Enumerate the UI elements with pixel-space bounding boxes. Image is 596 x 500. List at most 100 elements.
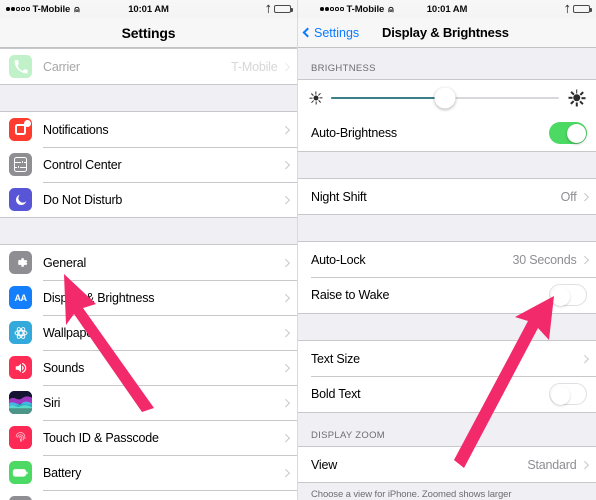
dual-screenshot-container: Carrier T-Mobile Notifications Control C… bbox=[0, 0, 596, 500]
settings-group-alerts: Notifications Control Center Do Not Dist… bbox=[0, 111, 297, 218]
chevron-left-icon bbox=[302, 27, 313, 38]
section-group-night-shift: Night Shift Off bbox=[298, 178, 596, 215]
page-title: Settings bbox=[121, 24, 176, 41]
settings-row-view[interactable]: View Standard bbox=[298, 447, 596, 482]
settings-row-label: View bbox=[311, 457, 338, 472]
row-accessory bbox=[281, 293, 298, 302]
chevron-right-icon bbox=[281, 468, 290, 477]
sun-small-icon bbox=[309, 91, 322, 104]
section-header-brightness: BRIGHTNESS bbox=[298, 48, 596, 79]
right-phone-screen: BRIGHTNESS Auto-Brightness Night Shift O… bbox=[298, 0, 596, 500]
settings-row-privacy[interactable]: Privacy bbox=[0, 490, 297, 500]
group-spacer bbox=[0, 218, 297, 244]
settings-row-notifications[interactable]: Notifications bbox=[0, 112, 297, 147]
settings-row-label: Carrier bbox=[43, 59, 80, 74]
battery-low-icon bbox=[274, 5, 293, 13]
settings-row-general[interactable]: General bbox=[0, 245, 297, 280]
section-footer-display-zoom: Choose a view for iPhone. Zoomed shows l… bbox=[298, 483, 596, 500]
bold-text-toggle[interactable] bbox=[549, 383, 587, 405]
sounds-icon bbox=[9, 356, 32, 379]
section-group-text: Text Size Bold Text bbox=[298, 340, 596, 413]
settings-group-carrier: Carrier T-Mobile bbox=[0, 48, 297, 85]
status-bar-clock: 10:01 AM bbox=[426, 3, 468, 15]
control-center-icon bbox=[9, 153, 32, 176]
nav-bar-right: Settings Display & Brightness bbox=[298, 18, 596, 48]
row-accessory bbox=[281, 160, 298, 169]
chevron-right-icon bbox=[580, 354, 589, 363]
chevron-right-icon bbox=[281, 258, 290, 267]
settings-row-label: Auto-Lock bbox=[311, 252, 366, 267]
settings-row-touch-id[interactable]: Touch ID & Passcode bbox=[0, 420, 297, 455]
brightness-slider-row[interactable] bbox=[298, 80, 596, 115]
chevron-right-icon bbox=[281, 328, 290, 337]
row-accessory bbox=[281, 328, 298, 337]
nav-bar-left: Settings bbox=[0, 18, 297, 48]
status-bar-indicators: ᛏ bbox=[265, 4, 293, 14]
settings-row-value: Standard bbox=[527, 457, 577, 472]
group-spacer bbox=[0, 85, 297, 111]
settings-row-night-shift[interactable]: Night Shift Off bbox=[298, 179, 596, 214]
auto-brightness-toggle[interactable] bbox=[549, 122, 587, 144]
settings-row-text-size[interactable]: Text Size bbox=[298, 341, 596, 376]
status-bar-clock: 10:01 AM bbox=[128, 3, 169, 15]
touch-id-icon bbox=[9, 426, 32, 449]
bluetooth-icon: ᛏ bbox=[265, 4, 271, 14]
settings-row-siri[interactable]: Siri bbox=[0, 385, 297, 420]
brightness-slider-thumb[interactable] bbox=[434, 87, 456, 108]
section-header-display-zoom: DISPLAY ZOOM bbox=[298, 413, 596, 446]
group-spacer bbox=[298, 215, 596, 241]
settings-row-carrier[interactable]: Carrier T-Mobile bbox=[0, 49, 297, 84]
section-group-brightness: Auto-Brightness bbox=[298, 79, 596, 152]
row-accessory: T-Mobile bbox=[231, 60, 297, 74]
row-accessory bbox=[281, 398, 298, 407]
brightness-slider-fill bbox=[331, 96, 445, 99]
chevron-right-icon bbox=[580, 255, 589, 264]
settings-row-value: Off bbox=[560, 189, 577, 204]
chevron-right-icon bbox=[580, 192, 589, 201]
settings-row-battery[interactable]: Battery bbox=[0, 455, 297, 490]
settings-row-bold-text[interactable]: Bold Text bbox=[298, 376, 596, 412]
chevron-right-icon bbox=[281, 433, 290, 442]
settings-row-label: Display & Brightness bbox=[43, 290, 155, 305]
settings-row-display-brightness[interactable]: AA Display & Brightness bbox=[0, 280, 297, 315]
settings-row-raise-to-wake[interactable]: Raise to Wake bbox=[298, 277, 596, 313]
row-accessory bbox=[281, 125, 298, 134]
moon-icon bbox=[9, 188, 32, 211]
phone-icon bbox=[9, 55, 32, 78]
chevron-right-icon bbox=[580, 460, 589, 469]
row-accessory bbox=[281, 195, 298, 204]
settings-row-label: Do Not Disturb bbox=[43, 192, 123, 207]
brightness-slider-track[interactable] bbox=[331, 87, 559, 108]
display-brightness-scroll-view[interactable]: BRIGHTNESS Auto-Brightness Night Shift O… bbox=[298, 0, 596, 500]
row-accessory bbox=[549, 122, 596, 144]
back-button[interactable]: Settings bbox=[302, 26, 359, 40]
settings-scroll-view[interactable]: Carrier T-Mobile Notifications Control C… bbox=[0, 0, 297, 500]
settings-row-value: 30 Seconds bbox=[512, 252, 577, 267]
bluetooth-icon: ᛏ bbox=[564, 4, 570, 14]
chevron-right-icon bbox=[281, 62, 290, 71]
settings-row-wallpaper[interactable]: Wallpaper bbox=[0, 315, 297, 350]
settings-group-system: General AA Display & Brightness Wallpape… bbox=[0, 244, 297, 500]
section-group-display-zoom: View Standard bbox=[298, 446, 596, 483]
settings-row-auto-lock[interactable]: Auto-Lock 30 Seconds bbox=[298, 242, 596, 277]
settings-row-value: T-Mobile bbox=[231, 59, 278, 74]
raise-to-wake-toggle[interactable] bbox=[549, 284, 587, 306]
row-accessory bbox=[549, 284, 596, 306]
section-group-auto-lock: Auto-Lock 30 Seconds Raise to Wake bbox=[298, 241, 596, 314]
chevron-right-icon bbox=[281, 398, 290, 407]
settings-row-label: Battery bbox=[43, 465, 82, 480]
settings-row-sounds[interactable]: Sounds bbox=[0, 350, 297, 385]
group-spacer bbox=[298, 152, 596, 178]
sun-large-icon bbox=[568, 89, 585, 106]
left-phone-screen: Carrier T-Mobile Notifications Control C… bbox=[0, 0, 298, 500]
battery-low-icon bbox=[573, 5, 592, 13]
row-accessory: Standard bbox=[527, 458, 596, 472]
settings-row-label: Wallpaper bbox=[43, 325, 98, 340]
settings-row-auto-brightness[interactable]: Auto-Brightness bbox=[298, 115, 596, 151]
chevron-right-icon bbox=[281, 160, 290, 169]
settings-row-label: Sounds bbox=[43, 360, 85, 375]
row-accessory bbox=[549, 383, 596, 405]
siri-icon bbox=[9, 391, 32, 414]
settings-row-control-center[interactable]: Control Center bbox=[0, 147, 297, 182]
settings-row-do-not-disturb[interactable]: Do Not Disturb bbox=[0, 182, 297, 217]
